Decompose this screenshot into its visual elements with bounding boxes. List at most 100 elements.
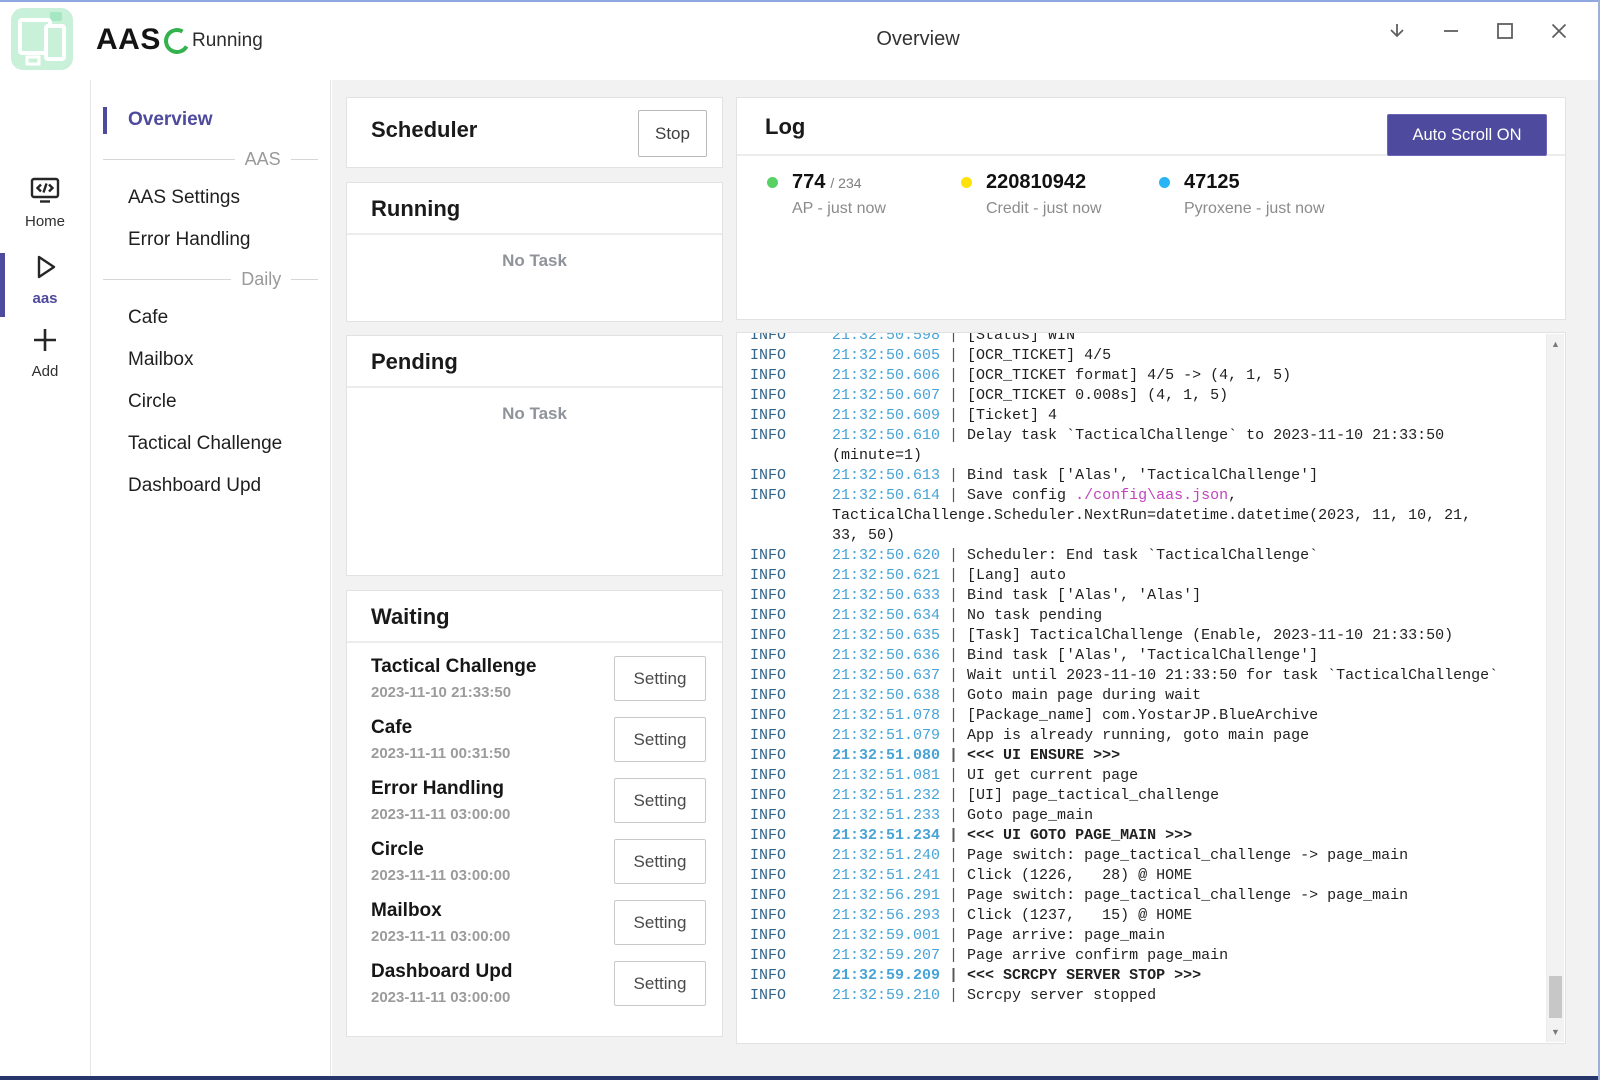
log-row: INFO21:32:50.636 | Bind task ['Alas', 'T…: [750, 646, 1565, 666]
sidebar-item-mailbox[interactable]: Mailbox: [91, 339, 330, 381]
sidebar-item-error-handling[interactable]: Error Handling: [91, 219, 330, 261]
log-message: 21:32:50.613 | Bind task ['Alas', 'Tacti…: [832, 466, 1318, 486]
log-level: INFO: [750, 566, 832, 586]
main-content: Scheduler Stop Running No Task Pending N…: [332, 80, 1600, 1080]
scroll-down-icon[interactable]: ▼: [1547, 1027, 1564, 1037]
close-icon[interactable]: [1532, 8, 1586, 54]
auto-scroll-button[interactable]: Auto Scroll ON: [1387, 114, 1547, 156]
stop-button[interactable]: Stop: [638, 110, 707, 157]
log-separator: |: [940, 687, 967, 704]
log-separator: |: [940, 347, 967, 364]
task-setting-button[interactable]: Setting: [614, 839, 706, 884]
log-level: INFO: [750, 406, 832, 426]
log-message: 21:32:51.234 | <<< UI GOTO PAGE_MAIN >>>: [832, 826, 1192, 846]
task-next-run: 2023-11-11 03:00:00: [371, 867, 510, 884]
task-setting-button[interactable]: Setting: [614, 656, 706, 701]
log-separator: |: [940, 667, 967, 684]
log-row: INFO21:32:50.633 | Bind task ['Alas', 'A…: [750, 586, 1565, 606]
log-row: INFO21:32:51.240 | Page switch: page_tac…: [750, 846, 1565, 866]
window-controls: [1370, 8, 1586, 54]
sidebar-item-cafe[interactable]: Cafe: [91, 297, 330, 339]
log-level: INFO: [750, 586, 832, 606]
log-row: INFO21:32:50.606 | [OCR_TICKET format] 4…: [750, 366, 1565, 386]
log-level: INFO: [750, 986, 832, 1006]
sidebar-item-dashboard-upd[interactable]: Dashboard Upd: [91, 465, 330, 507]
log-separator: |: [940, 547, 967, 564]
running-card: Running No Task: [346, 182, 723, 322]
log-scrollbar[interactable]: ▲ ▼: [1546, 334, 1564, 1042]
log-separator: |: [940, 407, 967, 424]
log-level: INFO: [750, 806, 832, 826]
log-timestamp: 21:32:56.291: [832, 887, 940, 904]
stat-value-row: 47125: [1184, 170, 1325, 196]
log-message: 21:32:51.079 | App is already running, g…: [832, 726, 1309, 746]
log-stat-pyroxene: 47125Pyroxene - just now: [1159, 170, 1325, 218]
log-text: Scheduler: End task `TacticalChallenge`: [967, 547, 1318, 564]
log-message: 21:32:50.607 | [OCR_TICKET 0.008s] (4, 1…: [832, 386, 1228, 406]
log-row: INFO21:32:51.232 | [UI] page_tactical_ch…: [750, 786, 1565, 806]
sidebar-item-aas-settings[interactable]: AAS Settings: [91, 177, 330, 219]
rail-active-indicator: [0, 253, 5, 317]
log-separator: |: [940, 707, 967, 724]
log-message: 21:32:51.232 | [UI] page_tactical_challe…: [832, 786, 1219, 806]
minimize-icon[interactable]: [1424, 8, 1478, 54]
log-message: 21:32:51.233 | Goto page_main: [832, 806, 1093, 826]
log-timestamp: 21:32:50.637: [832, 667, 940, 684]
task-setting-button[interactable]: Setting: [614, 717, 706, 762]
rail-item-home[interactable]: Home: [0, 175, 90, 230]
scrollbar-thumb[interactable]: [1549, 976, 1562, 1018]
rail-item-label: Add: [0, 363, 90, 380]
sidebar-item-circle[interactable]: Circle: [91, 381, 330, 423]
scroll-up-icon[interactable]: ▲: [1547, 339, 1564, 349]
log-message: 21:32:50.621 | [Lang] auto: [832, 566, 1066, 586]
log-row: INFO21:32:51.078 | [Package_name] com.Yo…: [750, 706, 1565, 726]
rail-item-add[interactable]: Add: [0, 323, 90, 380]
log-message: 21:32:51.078 | [Package_name] com.Yostar…: [832, 706, 1318, 726]
task-setting-button[interactable]: Setting: [614, 778, 706, 823]
sidebar-item-tactical-challenge[interactable]: Tactical Challenge: [91, 423, 330, 465]
log-level: INFO: [750, 426, 832, 446]
stat-value-row: 220810942: [986, 170, 1102, 196]
log-level: INFO: [750, 946, 832, 966]
log-timestamp: 21:32:59.210: [832, 987, 940, 1004]
log-text: Scrcpy server stopped: [967, 987, 1156, 1004]
sidebar-item-overview[interactable]: Overview: [91, 99, 330, 141]
log-timestamp: 21:32:51.080: [832, 747, 940, 764]
log-timestamp: 21:32:50.638: [832, 687, 940, 704]
task-next-run: 2023-11-10 21:33:50: [371, 684, 511, 701]
task-name: Error Handling: [371, 778, 504, 800]
nav-rail: Home aas Add: [0, 80, 91, 1080]
log-level: INFO: [750, 666, 832, 686]
task-setting-button[interactable]: Setting: [614, 961, 706, 1006]
log-separator: |: [940, 827, 967, 844]
stat-label: Credit - just now: [986, 200, 1102, 218]
log-timestamp: 21:32:51.081: [832, 767, 940, 784]
log-text: [OCR_TICKET] 4/5: [967, 347, 1111, 364]
log-separator: |: [940, 867, 967, 884]
task-setting-button[interactable]: Setting: [614, 900, 706, 945]
log-timestamp: 21:32:50.633: [832, 587, 940, 604]
sidebar-section-divider: AAS: [91, 141, 330, 177]
log-text: Bind task ['Alas', 'TacticalChallenge']: [967, 647, 1318, 664]
log-timestamp: 21:32:51.234: [832, 827, 940, 844]
stat-value: 47125: [1184, 171, 1240, 193]
running-title: Running: [347, 183, 722, 222]
maximize-icon[interactable]: [1478, 8, 1532, 54]
waiting-task-row: Error Handling2023-11-11 03:00:00Setting: [347, 775, 722, 836]
log-text: Bind task ['Alas', 'Alas']: [967, 587, 1201, 604]
waiting-task-list: Tactical Challenge2023-11-10 21:33:50Set…: [347, 643, 722, 1019]
log-timestamp: 21:32:50.636: [832, 647, 940, 664]
download-icon[interactable]: [1370, 8, 1424, 54]
log-text: Click (1226, 28) @ HOME: [967, 867, 1192, 884]
divider: [347, 233, 722, 235]
app-name: AAS: [96, 23, 161, 57]
log-level: INFO: [750, 486, 832, 506]
log-separator: |: [940, 332, 967, 344]
pending-card: Pending No Task: [346, 335, 723, 576]
task-next-run: 2023-11-11 00:31:50: [371, 745, 510, 762]
rail-item-aas[interactable]: aas: [0, 250, 90, 307]
log-text: Page switch: page_tactical_challenge -> …: [967, 887, 1408, 904]
log-output-card[interactable]: INFO21:32:50.598 | [Status] WININFO21:32…: [736, 332, 1566, 1044]
log-row: INFO21:32:51.080 | <<< UI ENSURE >>>: [750, 746, 1565, 766]
log-text: [Task] TacticalChallenge (Enable, 2023-1…: [967, 627, 1453, 644]
